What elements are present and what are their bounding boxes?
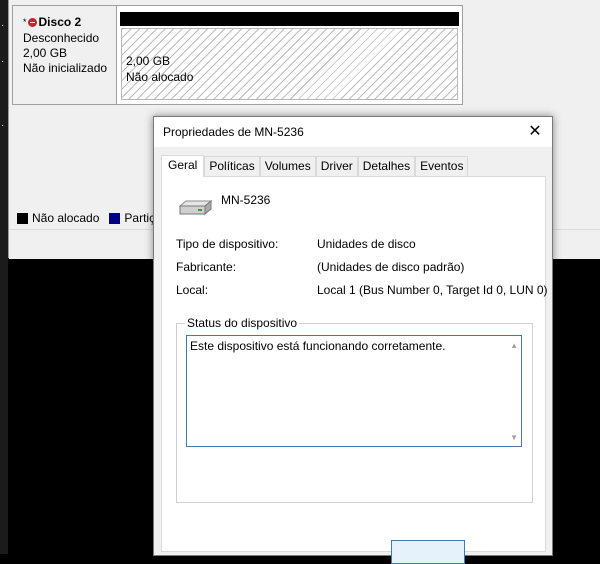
volume-body[interactable]: 2,00 GB Não alocado <box>121 28 458 100</box>
tab-strip: Geral Políticas Volumes Driver Detalhes … <box>161 155 469 177</box>
properties-dialog: Propriedades de MN-5236 ✕ Geral Política… <box>153 116 553 564</box>
desktop-edge: · · · <box>0 0 8 554</box>
disk-init-state: Não inicializado <box>23 61 108 75</box>
device-status-text: Este dispositivo está funcionando corret… <box>190 339 446 353</box>
prop-value-manufacturer: (Unidades de disco padrão) <box>317 260 465 274</box>
volume-size: 2,00 GB <box>126 54 171 68</box>
dialog-title: Propriedades de MN-5236 <box>163 125 304 139</box>
tab-driver[interactable]: Driver <box>315 156 358 176</box>
disk-drive-icon <box>178 199 212 216</box>
legend-item-unallocated: Não alocado <box>17 211 99 225</box>
edge-mark: · <box>1 56 5 67</box>
edge-mark: · <box>1 20 5 31</box>
volume-status: Não alocado <box>126 70 194 84</box>
tab-eventos[interactable]: Eventos <box>415 156 469 176</box>
close-button[interactable]: ✕ <box>518 117 552 147</box>
dialog-titlebar[interactable]: Propriedades de MN-5236 ✕ <box>154 117 552 147</box>
device-status-group: Status do dispositivo Este dispositivo e… <box>176 316 533 503</box>
disk-size: 2,00 GB <box>23 46 68 60</box>
tab-geral[interactable]: Geral <box>161 155 205 177</box>
prop-label-type: Tipo de dispositivo: <box>176 237 279 251</box>
legend-swatch <box>17 213 28 225</box>
prop-label-location: Local: <box>176 283 209 297</box>
device-name: MN-5236 <box>221 193 271 207</box>
ok-button[interactable] <box>391 540 465 564</box>
legend: Não alocado Partiç <box>17 208 155 228</box>
scroll-down-icon[interactable]: ▼ <box>510 433 518 442</box>
disk-state: Desconhecido <box>23 31 100 45</box>
disk-marker: * <box>23 17 27 27</box>
unallocated-volume[interactable]: 2,00 GB Não alocado <box>120 12 459 100</box>
disk-label-panel[interactable]: * Disco 2 Desconhecido 2,00 GB Não inicia… <box>13 6 117 104</box>
prop-label-manufacturer: Fabricante: <box>176 260 237 274</box>
tab-politicas[interactable]: Políticas <box>204 156 260 176</box>
legend-item-partition: Partiç <box>109 211 155 225</box>
warning-icon <box>27 18 37 27</box>
disk-row[interactable]: * Disco 2 Desconhecido 2,00 GB Não inicia… <box>12 5 463 105</box>
tab-panel-geral: MN-5236 Tipo de dispositivo: Unidades de… <box>161 176 548 552</box>
device-status-label: Status do dispositivo <box>185 316 300 330</box>
device-status-textbox[interactable]: Este dispositivo está funcionando corret… <box>186 335 522 447</box>
volume-header-bar <box>120 12 459 26</box>
legend-swatch <box>109 213 121 225</box>
tab-detalhes[interactable]: Detalhes <box>357 156 416 176</box>
edge-mark: · <box>1 120 5 131</box>
disk-name: Disco 2 <box>38 15 82 29</box>
scroll-up-icon[interactable]: ▲ <box>510 341 518 350</box>
prop-value-location: Local 1 (Bus Number 0, Target Id 0, LUN … <box>317 283 548 297</box>
tab-volumes[interactable]: Volumes <box>259 156 316 176</box>
prop-value-type: Unidades de disco <box>317 237 416 251</box>
